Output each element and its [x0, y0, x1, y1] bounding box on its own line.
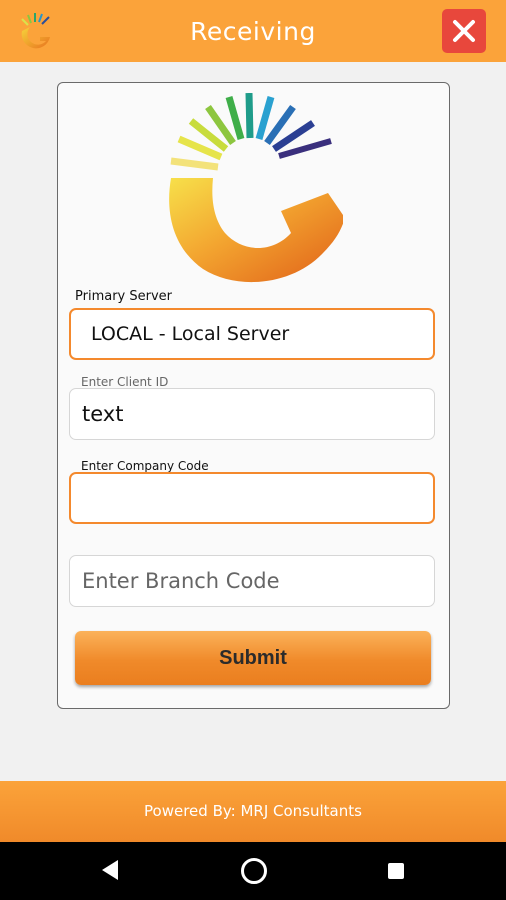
login-card: Primary Server LOCAL - Local Server Ente…	[57, 82, 450, 709]
branch-code-field[interactable]: Enter Branch Code	[69, 555, 435, 607]
client-id-label: Enter Client ID	[81, 375, 169, 389]
close-icon	[453, 20, 475, 42]
footer: Powered By: MRJ Consultants	[0, 781, 506, 842]
recent-apps-icon[interactable]	[388, 863, 404, 879]
primary-server-value: LOCAL - Local Server	[91, 323, 290, 345]
company-code-label: Enter Company Code	[81, 459, 209, 473]
back-icon[interactable]	[100, 859, 120, 881]
primary-server-label: Primary Server	[75, 289, 172, 304]
home-icon[interactable]	[241, 858, 267, 884]
android-nav-bar	[0, 842, 506, 900]
page-title: Receiving	[190, 17, 316, 46]
company-code-field[interactable]	[69, 472, 435, 524]
client-id-value: text	[82, 402, 124, 426]
branch-code-placeholder: Enter Branch Code	[82, 569, 280, 593]
client-id-field[interactable]: text	[69, 388, 435, 440]
primary-server-select[interactable]: LOCAL - Local Server	[69, 308, 435, 360]
brand-logo	[169, 93, 343, 283]
submit-button[interactable]: Submit	[75, 631, 431, 685]
close-button[interactable]	[442, 9, 486, 53]
app-header: Receiving	[0, 0, 506, 62]
